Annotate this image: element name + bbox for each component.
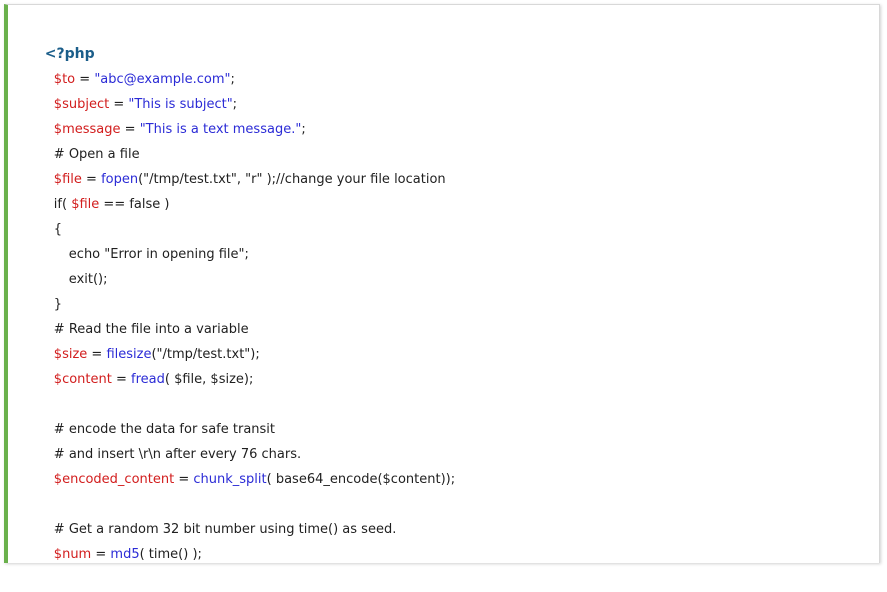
- php-code-block: <?php $to = "abc@example.com"; $subject …: [20, 17, 869, 562]
- variable-name: to: [62, 72, 76, 87]
- code-line-php-open-tag: <?php: [20, 17, 869, 62]
- dollar-sign: $: [53, 172, 63, 187]
- php-open-tag: <?php: [44, 46, 95, 62]
- dollar-sign: $: [53, 72, 63, 87]
- assign-operator: =: [81, 172, 102, 187]
- function-name: filesize: [106, 347, 152, 362]
- dollar-sign: $: [53, 372, 63, 387]
- variable-name: file: [79, 197, 100, 212]
- variable-name: message: [62, 122, 121, 137]
- code-line-echo: echo "Error in opening file";: [20, 217, 869, 262]
- code-example-panel: <?php $to = "abc@example.com"; $subject …: [4, 4, 880, 563]
- open-brace: {: [53, 222, 63, 237]
- dollar-sign: $: [53, 472, 63, 487]
- code-comment: # Read the file into a variable: [53, 322, 249, 337]
- dollar-sign: $: [53, 97, 63, 112]
- string-literal: "This is a text message.": [139, 122, 302, 137]
- variable-name: size: [62, 347, 88, 362]
- assign-operator: =: [111, 372, 132, 387]
- string-literal: "This is subject": [128, 97, 233, 112]
- code-line-to: $to = "abc@example.com";: [20, 42, 869, 87]
- assign-operator: =: [75, 72, 95, 87]
- function-args: ( time() );: [139, 547, 202, 562]
- code-line-comment-encode: # encode the data for safe transit: [20, 392, 869, 437]
- assign-operator: =: [120, 122, 140, 137]
- statement-end: ;: [301, 122, 306, 137]
- code-line-fopen: $file = fopen("/tmp/test.txt", "r" );//c…: [20, 142, 869, 187]
- statement-end: ;: [230, 72, 235, 87]
- variable-name: num: [62, 547, 92, 562]
- assign-operator: =: [87, 347, 107, 362]
- dollar-sign: $: [53, 122, 63, 137]
- condition-rest: == false ): [99, 197, 170, 212]
- code-comment: # and insert \r\n after every 76 chars.: [53, 447, 302, 462]
- variable-name: file: [62, 172, 82, 187]
- variable-name: content: [62, 372, 112, 387]
- function-name: md5: [110, 547, 140, 562]
- dollar-sign: $: [53, 347, 63, 362]
- code-line-comment-read-file: # Read the file into a variable: [20, 292, 869, 337]
- assign-operator: =: [174, 472, 194, 487]
- code-comment: # Open a file: [53, 147, 140, 162]
- assign-operator: =: [91, 547, 111, 562]
- echo-statement: echo "Error in opening file";: [68, 247, 249, 262]
- code-line-close-brace: }: [20, 267, 869, 312]
- if-keyword: if(: [53, 197, 72, 212]
- function-name: chunk_split: [193, 472, 267, 487]
- dollar-sign: $: [53, 547, 63, 562]
- function-args: ( $file, $size);: [164, 372, 254, 387]
- function-args: ( base64_encode($content));: [266, 472, 456, 487]
- function-args: ("/tmp/test.txt");: [151, 347, 260, 362]
- function-args: ("/tmp/test.txt", "r" );//change your fi…: [138, 172, 446, 187]
- exit-statement: exit();: [68, 272, 108, 287]
- variable-name: encoded_content: [62, 472, 175, 487]
- code-comment: # Get a random 32 bit number using time(…: [53, 522, 397, 537]
- statement-end: ;: [232, 97, 238, 112]
- string-literal: "abc@example.com": [94, 72, 231, 87]
- code-comment: # encode the data for safe transit: [53, 422, 276, 437]
- assign-operator: =: [109, 97, 129, 112]
- close-brace: }: [53, 297, 63, 312]
- function-name: fread: [131, 372, 165, 387]
- variable-name: subject: [62, 97, 110, 112]
- function-name: fopen: [101, 172, 139, 187]
- code-line-comment-random: # Get a random 32 bit number using time(…: [20, 492, 869, 537]
